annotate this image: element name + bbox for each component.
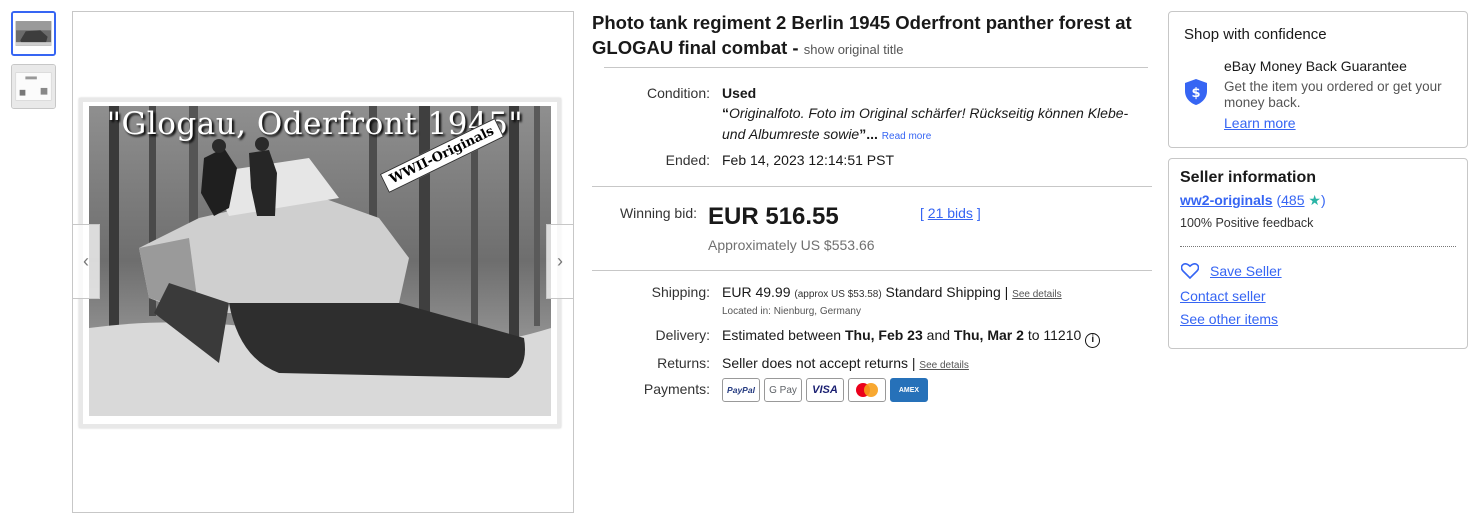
condition-label: Condition: (646, 85, 710, 101)
mastercard-logo (856, 383, 878, 397)
delivery-from: Thu, Feb 23 (844, 327, 923, 343)
shipping-price: EUR 49.99 (722, 284, 791, 300)
condition-note: “Originalfoto. Foto im Original schärfer… (722, 105, 1129, 142)
see-other-items-link[interactable]: See other items (1180, 311, 1278, 327)
star-icon: ★ (1308, 192, 1321, 208)
shipping-value: EUR 49.99 (approx US $53.58) Standard Sh… (722, 284, 1062, 300)
delivery-prefix: Estimated between (722, 327, 842, 343)
chevron-left-icon: ‹ (83, 251, 89, 271)
delivery-label: Delivery: (655, 327, 710, 343)
bid-count: [ 21 bids ] (920, 205, 981, 221)
thumbnail-2-image (12, 65, 55, 108)
winning-bid-row: Winning bid: EUR 516.55 Approximately US… (592, 203, 1152, 264)
returns-see-details-link[interactable]: See details (919, 360, 968, 371)
item-title: Photo tank regiment 2 Berlin 1945 Oderfr… (592, 10, 1152, 62)
delivery-zip-prefix: to (1027, 327, 1040, 343)
heart-icon[interactable] (1181, 263, 1199, 279)
previous-image-button[interactable]: ‹ (73, 224, 100, 299)
contact-seller-link[interactable]: Contact seller (1180, 288, 1266, 304)
amex-icon: AMEX (890, 378, 928, 402)
show-original-title-link[interactable]: show original title (804, 42, 904, 57)
thumbnail-1-image (13, 13, 54, 54)
winning-bid-price: EUR 516.55 (708, 203, 839, 230)
positive-feedback: 100% Positive feedback (1180, 216, 1314, 230)
money-back-guarantee-title: eBay Money Back Guarantee (1224, 58, 1407, 74)
shield-icon: $ (1185, 79, 1207, 105)
bid-history-link[interactable]: 21 bids (928, 205, 973, 221)
seller-identity: ww2-originals (485 ★) (1180, 192, 1326, 209)
tank-photo-graphic (79, 98, 561, 428)
chevron-right-icon: › (557, 251, 563, 271)
info-icon[interactable]: i (1085, 333, 1101, 348)
seller-information-title: Seller information (1180, 169, 1317, 186)
approx-price: Approximately US $553.66 (708, 237, 875, 253)
seller-information-card: Seller information ww2-originals (485 ★)… (1168, 158, 1468, 349)
money-back-guarantee-desc: Get the item you ordered or get your mon… (1224, 79, 1442, 110)
ended-label: Ended: (665, 152, 710, 168)
returns-text: Seller does not accept returns (722, 355, 908, 371)
save-seller-link[interactable]: Save Seller (1210, 263, 1282, 279)
condition-value: Used (722, 85, 757, 101)
delivery-zip: 11210 (1043, 327, 1082, 343)
delivery-value: Estimated between Thu, Feb 23 and Thu, M… (722, 327, 1101, 348)
item-info-panel: Photo tank regiment 2 Berlin 1945 Oderfr… (592, 10, 1152, 62)
ended-value: Feb 14, 2023 12:14:51 PST (722, 152, 895, 168)
seller-name-link[interactable]: ww2-originals (1180, 192, 1273, 208)
seller-feedback-score: (485 ★) (1276, 192, 1326, 208)
delivery-and: and (926, 327, 951, 343)
thumbnail-strip (11, 11, 56, 117)
learn-more-link[interactable]: Learn more (1224, 115, 1296, 131)
title-divider (604, 67, 1148, 68)
payments-label: Payments: (643, 381, 710, 397)
shipping-approx: (approx US $53.58) (794, 289, 882, 300)
shop-with-confidence-title: Shop with confidence (1184, 26, 1327, 43)
main-image-viewer[interactable]: "Glogau, Oderfront 1945" WWII-Originals … (72, 11, 574, 513)
visa-icon: VISA (806, 378, 844, 402)
item-location: Located in: Nienburg, Germany (722, 306, 861, 317)
next-image-button[interactable]: › (546, 224, 573, 299)
shipping-method: Standard Shipping (885, 284, 1001, 300)
returns-label: Returns: (657, 355, 710, 371)
item-photo[interactable]: "Glogau, Oderfront 1945" WWII-Originals (79, 98, 561, 428)
price-divider-bottom (592, 270, 1152, 271)
thumbnail-2[interactable] (11, 64, 56, 109)
mastercard-icon (848, 378, 886, 402)
paypal-icon: PayPal (722, 378, 760, 402)
payment-methods: PayPal G Pay VISA AMEX (722, 378, 928, 402)
google-pay-icon: G Pay (764, 378, 802, 402)
shop-with-confidence-card: Shop with confidence $ eBay Money Back G… (1168, 11, 1468, 148)
thumbnail-1[interactable] (11, 11, 56, 56)
returns-value: Seller does not accept returns | See det… (722, 355, 969, 371)
seller-divider (1180, 246, 1456, 247)
shipping-label: Shipping: (651, 284, 710, 300)
read-more-link[interactable]: Read more (882, 131, 931, 142)
seller-score-link[interactable]: 485 (1281, 192, 1304, 208)
shipping-see-details-link[interactable]: See details (1012, 289, 1061, 300)
delivery-to: Thu, Mar 2 (953, 327, 1024, 343)
price-divider-top (592, 186, 1152, 187)
svg-text:$: $ (1191, 86, 1200, 101)
winning-bid-label: Winning bid: (619, 205, 697, 221)
